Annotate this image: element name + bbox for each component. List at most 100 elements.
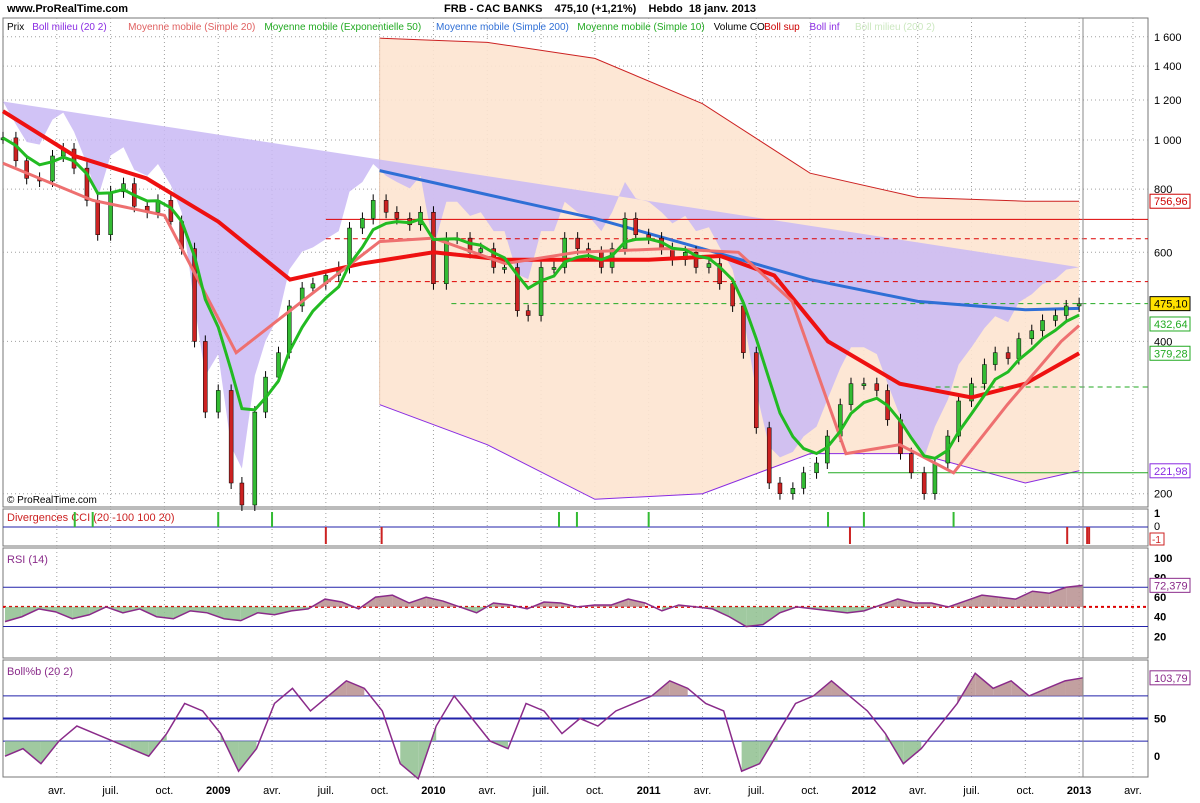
candle-body [215,390,221,413]
x-tick-label: avr. [478,785,496,797]
last-change-label: 475,10 (+1,21%) [554,3,637,15]
x-tick-label: oct. [801,785,819,797]
legend-item: Moyenne mobile (Exponentielle 50) [264,22,421,33]
legend-item: Moyenne mobile (Simple 10) [577,22,704,33]
candle-body [71,148,77,169]
rsi-value-tag: 72,379 [1149,577,1191,593]
price-tag-text: 379,28 [1154,348,1188,360]
candle-body [310,283,316,289]
x-tick-label: oct. [371,785,389,797]
candle-body [24,160,29,179]
candle-body [777,482,783,494]
chart-window: avr. juil. oct. 2009 avr. juil. oct. 2010 avr. ju… [0,0,1200,800]
candle-body [1040,320,1045,331]
candle-body [252,411,258,506]
y-tick-label: 1 [1154,508,1160,520]
candle-body [848,383,854,405]
y-tick-label: 40 [1154,612,1166,624]
candle-body [633,218,639,235]
candle-body [1029,330,1035,339]
x-tick-label: juil. [532,785,550,797]
date-label: 18 janv. 2013 [688,3,756,15]
legend-item: Boll milieu (20 2) [32,22,106,33]
y-tick-label: 60 [1154,592,1166,604]
boll-b-value-tag: 103,79 [1149,670,1191,686]
candle-body [228,390,234,484]
price-label-tag: 756,96 [1149,193,1191,209]
candle-body [730,283,735,307]
candle-body [525,310,531,316]
y-tick-label: 100 [1154,553,1172,565]
candle-body [575,237,580,249]
x-tick-label: 2013 [1067,785,1091,797]
legend-item: Boll sup [764,22,800,33]
candle-body [502,267,507,270]
y-tick-label: 600 [1154,247,1172,259]
y-tick-label: 0 [1154,521,1160,533]
candle-body [814,462,819,474]
legend-item: Prix [7,22,24,33]
price-tag-text: -1 [1152,535,1161,546]
legend-item: Moyenne mobile (Simple 200) [436,22,569,33]
candle-body [706,263,712,268]
price-label-tag: 475,10 [1149,296,1191,312]
y-tick-label: 50 [1154,714,1166,726]
candle-body [239,482,245,506]
candle-body [741,305,746,353]
chart-canvas[interactable]: avr. juil. oct. 2009 avr. juil. oct. 2010 avr. ju… [0,0,1200,800]
candle-body [538,267,544,316]
candle-body [1076,303,1082,307]
candle-body [932,462,938,494]
chart-header: FRB - CAC BANKS 475,10 (+1,21%) Hebdo 18… [0,3,1200,15]
symbol-label: FRB - CAC BANKS [444,3,543,15]
x-tick-label: juil. [101,785,119,797]
candle-body [766,427,772,484]
x-tick-label: juil. [317,785,335,797]
x-tick-label: avr. [1124,785,1142,797]
price-tag-text: 432,64 [1154,319,1188,331]
x-tick-label: oct. [156,785,174,797]
candle-body [370,200,376,219]
candle-body [444,237,449,285]
legend-item: Moyenne mobile (Simple 20) [128,22,255,33]
cci-title: Divergences CCI (20 -100 100 20) [7,512,175,524]
copyright-label: © ProRealTime.com [7,495,97,506]
price-label-tag: 221,98 [1149,463,1191,479]
y-tick-label: 0 [1154,751,1160,763]
y-tick-label: 1 600 [1154,32,1182,44]
x-tick-label: 2012 [852,785,876,797]
candle-body [431,211,436,285]
period-label: Hebdo [648,3,683,15]
rsi-area [1066,585,1083,607]
y-tick-label: 200 [1154,489,1172,501]
x-tick-label: oct. [586,785,604,797]
x-tick-label: avr. [263,785,281,797]
price-tag-text: 103,79 [1154,673,1188,685]
candle-body [790,488,796,494]
y-tick-label: 1 200 [1154,95,1182,107]
price-label-tag: 379,28 [1149,345,1191,361]
candle-body [383,200,389,213]
x-tick-label: avr. [909,785,927,797]
x-tick-label: avr. [694,785,712,797]
boll-b-title: Boll%b (20 2) [7,666,73,678]
cci-value-tag: -1 [1149,532,1165,546]
price-tag-text: 72,379 [1154,580,1188,592]
candle-body [861,383,867,386]
y-tick-label: 20 [1154,631,1166,643]
candle-body [1016,338,1022,359]
candle-body [394,211,400,219]
legend-item: Boll inf [810,22,840,33]
candle-body [478,248,484,253]
x-tick-label: 2009 [206,785,230,797]
candle-body [108,191,113,235]
x-tick-label: 2010 [421,785,445,797]
rsi-area [746,606,763,627]
candle-body [1053,315,1058,321]
indicator-legend: Prix Boll milieu (20 2) Moyenne mobile (Si… [7,22,935,33]
candle-body [992,352,998,365]
candle-body [1063,305,1069,316]
x-tick-label: oct. [1016,785,1034,797]
y-tick-label: 1 400 [1154,61,1182,73]
price-label-tag: 432,64 [1149,316,1191,332]
